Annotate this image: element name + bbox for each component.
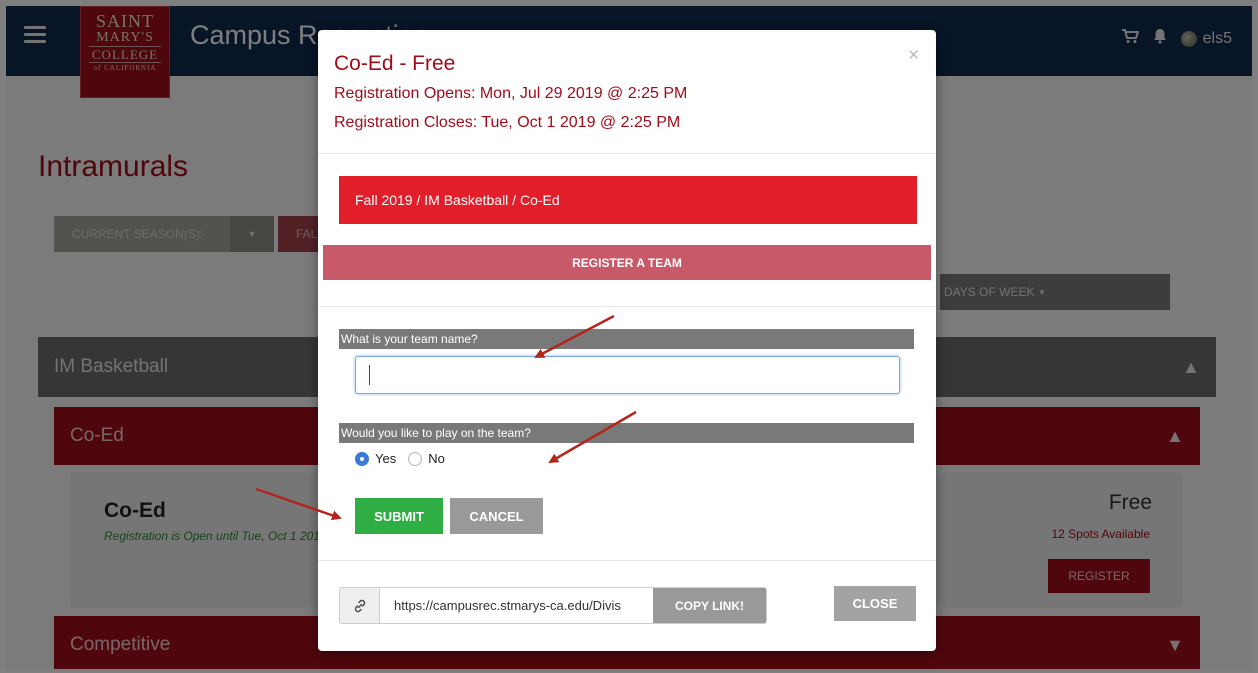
cancel-button[interactable]: CANCEL bbox=[450, 498, 543, 534]
team-name-label: What is your team name? bbox=[339, 329, 914, 349]
breadcrumb: Fall 2019 / IM Basketball / Co-Ed bbox=[339, 176, 917, 224]
registration-modal: Co-Ed - Free Registration Opens: Mon, Ju… bbox=[318, 30, 936, 651]
radio-no-label[interactable]: No bbox=[428, 451, 445, 466]
team-name-input[interactable] bbox=[355, 356, 900, 394]
submit-button[interactable]: SUBMIT bbox=[355, 498, 443, 534]
share-link-url[interactable]: https://campusrec.stmarys-ca.edu/Divis bbox=[380, 588, 653, 623]
radio-yes-label[interactable]: Yes bbox=[375, 451, 396, 466]
link-icon bbox=[340, 588, 380, 623]
modal-header: Co-Ed - Free Registration Opens: Mon, Ju… bbox=[318, 30, 936, 154]
close-button[interactable]: CLOSE bbox=[834, 586, 916, 621]
divider bbox=[318, 306, 936, 307]
close-icon[interactable]: ✕ bbox=[907, 46, 920, 64]
radio-yes[interactable] bbox=[355, 451, 369, 466]
text-cursor bbox=[369, 365, 370, 385]
share-link-group: https://campusrec.stmarys-ca.edu/Divis C… bbox=[339, 587, 767, 624]
play-on-team-radios: Yes No bbox=[355, 451, 457, 466]
radio-no[interactable] bbox=[408, 451, 423, 466]
registration-opens: Registration Opens: Mon, Jul 29 2019 @ 2… bbox=[334, 85, 688, 102]
register-team-header: REGISTER A TEAM bbox=[323, 245, 931, 280]
play-on-team-label: Would you like to play on the team? bbox=[339, 423, 914, 443]
modal-title: Co-Ed - Free bbox=[334, 52, 456, 75]
divider bbox=[318, 560, 936, 561]
copy-link-button[interactable]: COPY LINK! bbox=[653, 588, 766, 623]
registration-closes: Registration Closes: Tue, Oct 1 2019 @ 2… bbox=[334, 114, 681, 131]
